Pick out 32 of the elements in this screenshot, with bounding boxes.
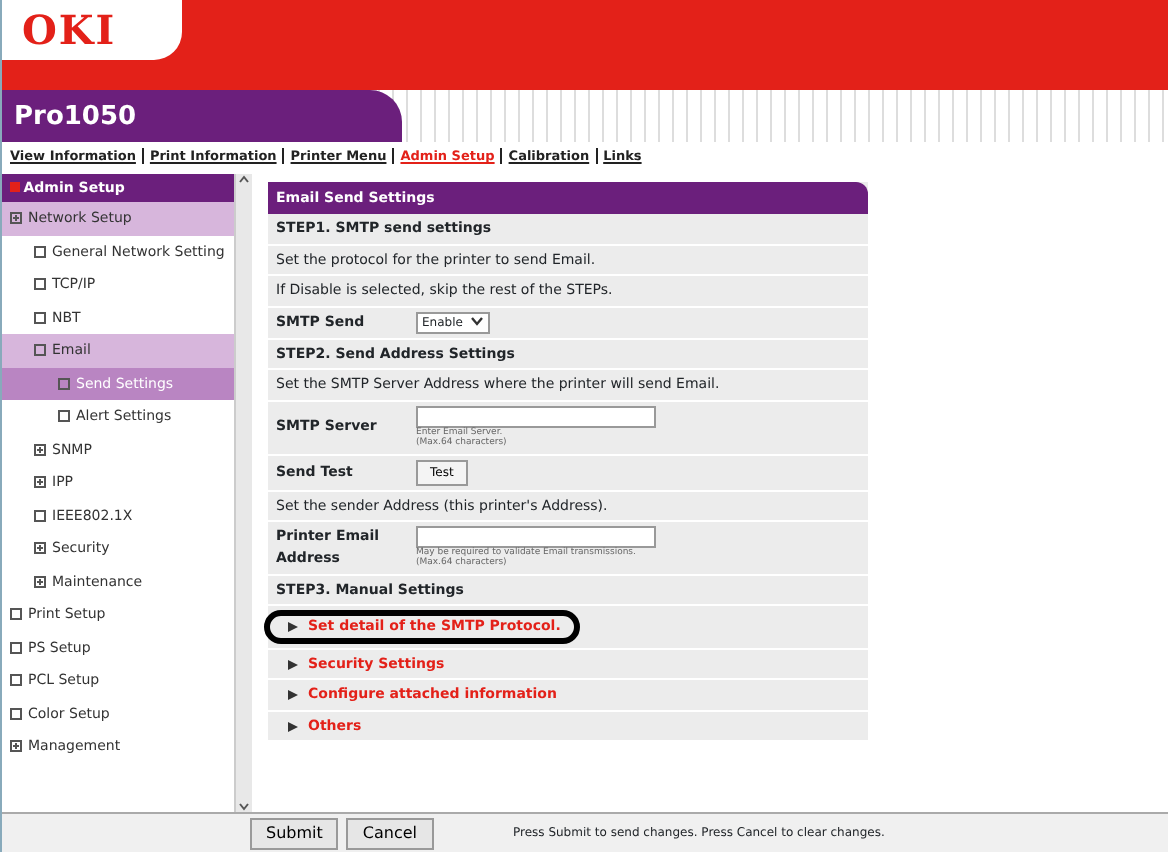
plus-box-icon bbox=[10, 212, 22, 225]
arrow-icon bbox=[288, 622, 298, 633]
plus-box-icon bbox=[10, 740, 22, 753]
model-title: Pro1050 bbox=[2, 90, 402, 142]
square-icon bbox=[34, 509, 46, 522]
caret-icon bbox=[470, 313, 485, 328]
scroll-up-icon[interactable] bbox=[238, 173, 250, 184]
logo-text: OKI bbox=[22, 4, 117, 58]
input-field[interactable] bbox=[416, 526, 656, 549]
square-icon bbox=[10, 707, 22, 720]
plus-box-icon bbox=[34, 476, 46, 489]
plus-box-icon bbox=[34, 542, 46, 555]
square-icon bbox=[34, 311, 46, 324]
square-icon bbox=[10, 674, 22, 687]
square-icon bbox=[58, 410, 70, 423]
plus-box-icon bbox=[34, 575, 46, 588]
arrow-icon bbox=[288, 690, 298, 701]
plus-box-icon bbox=[34, 443, 46, 456]
scroll-down-icon[interactable] bbox=[238, 802, 250, 812]
input-field[interactable] bbox=[416, 405, 656, 428]
square-icon bbox=[10, 641, 22, 654]
arrow-icon bbox=[288, 659, 298, 670]
action-button[interactable]: Submit bbox=[250, 817, 339, 849]
square-icon bbox=[34, 245, 46, 258]
square-icon bbox=[34, 344, 46, 357]
square-icon bbox=[34, 278, 46, 291]
square-icon bbox=[10, 608, 22, 621]
bullet-icon bbox=[10, 182, 20, 193]
action-button[interactable]: Cancel bbox=[346, 817, 433, 849]
square-icon bbox=[58, 377, 70, 390]
scrollbar[interactable] bbox=[234, 173, 252, 812]
arrow-icon bbox=[288, 721, 298, 732]
